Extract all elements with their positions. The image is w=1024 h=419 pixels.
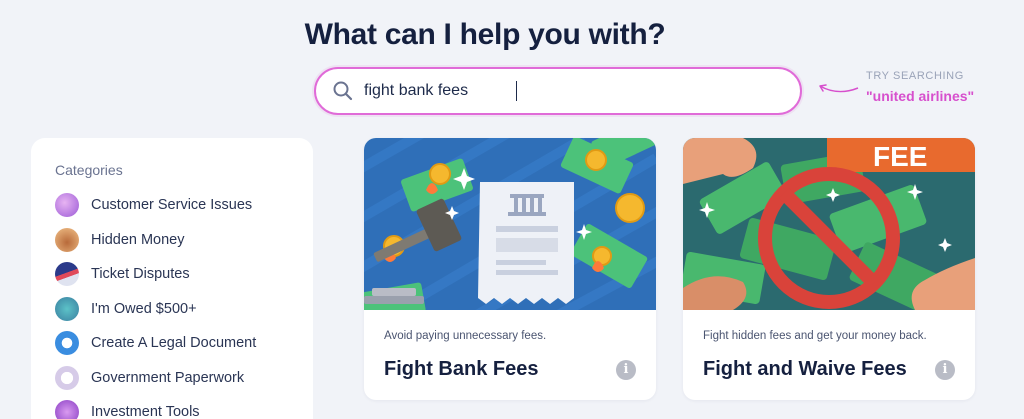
category-customer-service[interactable]: Customer Service Issues	[55, 188, 289, 223]
bank-receipt-gavel-illustration	[364, 138, 656, 310]
curved-arrow-icon	[819, 84, 859, 93]
card-fight-and-waive-fees[interactable]: FEE Fight hidden fees and get your money…	[683, 138, 975, 400]
category-investment-tools[interactable]: Investment Tools	[55, 395, 289, 419]
ticket-icon	[55, 262, 79, 287]
search-bar[interactable]	[314, 67, 802, 115]
page-title: What can I help you with?	[304, 18, 666, 51]
category-label: Hidden Money	[91, 231, 185, 248]
paperwork-icon	[55, 365, 79, 390]
info-icon[interactable]: i	[935, 360, 955, 380]
category-label: Create A Legal Document	[91, 335, 257, 352]
text-cursor	[516, 81, 517, 101]
suggestion-link[interactable]: "united airlines"	[866, 88, 974, 104]
category-label: I'm Owed $500+	[91, 300, 197, 317]
legal-document-icon	[55, 331, 79, 356]
fee-sign-text: FEE	[873, 141, 927, 172]
category-owed-money[interactable]: I'm Owed $500+	[55, 292, 289, 327]
card-fight-bank-fees[interactable]: Avoid paying unnecessary fees. Fight Ban…	[364, 138, 656, 400]
customer-service-icon	[55, 193, 79, 218]
info-icon[interactable]: i	[616, 360, 636, 380]
treasure-chest-icon	[55, 227, 79, 252]
suggestion-title: TRY SEARCHING	[866, 70, 964, 82]
category-label: Ticket Disputes	[91, 266, 190, 283]
category-government-paperwork[interactable]: Government Paperwork	[55, 361, 289, 396]
no-fee-illustration: FEE	[683, 138, 975, 310]
money-bag-icon	[55, 296, 79, 321]
category-label: Investment Tools	[91, 404, 200, 419]
card-title: Fight and Waive Fees	[703, 358, 907, 380]
search-input[interactable]	[364, 76, 515, 106]
search-icon	[332, 80, 354, 102]
card-title: Fight Bank Fees	[384, 358, 539, 380]
category-ticket-disputes[interactable]: Ticket Disputes	[55, 257, 289, 292]
card-subtitle: Avoid paying unnecessary fees.	[384, 330, 547, 342]
categories-title: Categories	[55, 162, 123, 178]
category-label: Customer Service Issues	[91, 197, 253, 214]
category-label: Government Paperwork	[91, 369, 245, 386]
categories-panel: Categories Customer Service Issues Hidde…	[31, 138, 313, 419]
category-hidden-money[interactable]: Hidden Money	[55, 223, 289, 258]
card-subtitle: Fight hidden fees and get your money bac…	[703, 330, 927, 342]
investment-icon	[55, 400, 79, 419]
category-legal-document[interactable]: Create A Legal Document	[55, 326, 289, 361]
